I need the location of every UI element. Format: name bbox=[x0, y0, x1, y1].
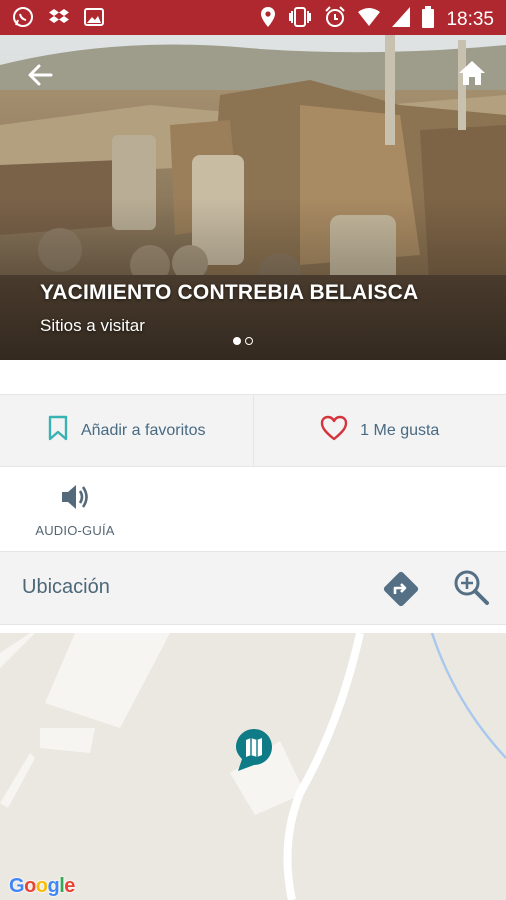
alarm-icon bbox=[324, 6, 346, 33]
status-time: 18:35 bbox=[446, 8, 494, 30]
likes-count-label: 1 Me gusta bbox=[360, 421, 440, 439]
carousel-indicator bbox=[233, 337, 253, 345]
add-favorites-label: Añadir a favoritos bbox=[80, 421, 206, 439]
audio-guide-button[interactable]: AUDIO-GUÍA bbox=[30, 482, 120, 542]
hero-image[interactable]: YACIMIENTO CONTREBIA BELAISCA Sitios a v… bbox=[0, 35, 506, 360]
back-arrow-icon[interactable] bbox=[24, 59, 56, 91]
image-icon bbox=[84, 7, 104, 32]
place-category: Sitios a visitar bbox=[40, 316, 145, 335]
whatsapp-icon bbox=[12, 6, 34, 33]
directions-icon[interactable] bbox=[382, 570, 420, 608]
ruins-photo bbox=[0, 35, 506, 360]
speaker-icon bbox=[59, 485, 91, 516]
bookmark-icon bbox=[47, 415, 69, 446]
zoom-in-icon[interactable] bbox=[452, 568, 490, 606]
audio-guide-label: AUDIO-GUÍA bbox=[35, 523, 115, 538]
place-title: YACIMIENTO CONTREBIA BELAISCA bbox=[40, 281, 419, 304]
heart-icon bbox=[320, 415, 348, 446]
vibrate-icon bbox=[288, 6, 312, 33]
dropbox-icon bbox=[48, 6, 70, 33]
carousel-dot-active[interactable] bbox=[233, 337, 241, 345]
home-icon[interactable] bbox=[456, 57, 488, 89]
wifi-icon bbox=[358, 7, 381, 32]
battery-icon bbox=[422, 6, 435, 33]
location-bar: Ubicación bbox=[0, 551, 506, 625]
like-button[interactable]: 1 Me gusta bbox=[252, 395, 506, 466]
carousel-dot[interactable] bbox=[245, 337, 253, 345]
add-favorites-button[interactable]: Añadir a favoritos bbox=[0, 395, 253, 466]
signal-icon bbox=[392, 7, 411, 32]
location-icon bbox=[260, 6, 276, 33]
location-title: Ubicación bbox=[22, 576, 110, 598]
status-bar: 18:35 bbox=[0, 0, 506, 35]
location-map[interactable]: Google bbox=[0, 633, 506, 900]
actions-row: Añadir a favoritos 1 Me gusta bbox=[0, 394, 506, 467]
map-pin-icon[interactable] bbox=[232, 727, 276, 778]
google-logo: Google bbox=[9, 875, 75, 897]
